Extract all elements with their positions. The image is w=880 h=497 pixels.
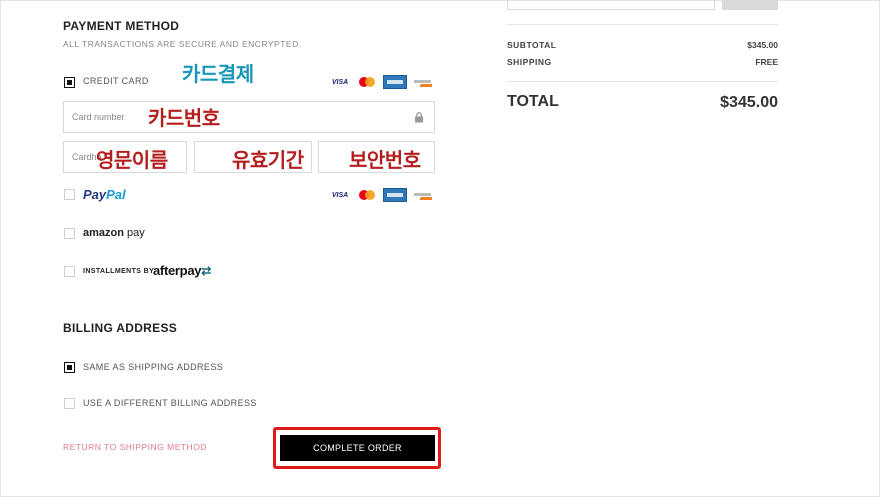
different-address-label: USE A DIFFERENT BILLING ADDRESS [83, 398, 257, 408]
different-address-radio[interactable] [64, 398, 75, 409]
card-number-field[interactable] [63, 101, 435, 133]
complete-order-button[interactable]: COMPLETE ORDER [280, 435, 435, 461]
annotation-security-code: 보안번호 [349, 148, 421, 172]
amazon-pay-radio[interactable] [64, 228, 75, 239]
discover-icon [412, 189, 434, 201]
annotation-card-payment: 카드결제 [182, 62, 254, 86]
discount-code-input[interactable] [507, 0, 715, 10]
credit-card-label: CREDIT CARD [83, 76, 149, 86]
shipping-label: SHIPPING [507, 57, 552, 67]
total-label: TOTAL [507, 93, 559, 110]
payment-method-title: PAYMENT METHOD [63, 19, 180, 33]
shipping-value: FREE [755, 57, 778, 67]
amex-icon [383, 75, 407, 89]
mastercard-icon [356, 189, 378, 201]
subtotal-value: $345.00 [747, 40, 778, 50]
credit-card-radio[interactable] [64, 77, 75, 88]
installments-label: INSTALLMENTS BY [83, 268, 155, 275]
afterpay-arrow-icon: ⇄ [201, 264, 211, 278]
subtotal-label: SUBTOTAL [507, 40, 557, 50]
page-frame [0, 0, 880, 497]
lock-icon [415, 112, 423, 123]
return-to-shipping-link[interactable]: RETURN TO SHIPPING METHOD [63, 442, 207, 452]
mastercard-icon [356, 76, 378, 88]
card-number-input[interactable] [64, 102, 434, 132]
paypal-radio[interactable] [64, 189, 75, 200]
summary-divider-total [507, 81, 778, 82]
visa-icon: VISA [331, 191, 349, 199]
paypal-logo: PayPal [83, 187, 126, 202]
apply-discount-button[interactable] [722, 0, 778, 10]
payment-method-subtitle: ALL TRANSACTIONS ARE SECURE AND ENCRYPTE… [63, 39, 302, 49]
total-value: $345.00 [720, 94, 778, 111]
same-address-label: SAME AS SHIPPING ADDRESS [83, 362, 224, 372]
afterpay-radio[interactable] [64, 266, 75, 277]
billing-address-title: BILLING ADDRESS [63, 321, 178, 335]
afterpay-logo: afterpay⇄ [153, 263, 211, 278]
card-logos-row-2: VISA [329, 188, 434, 202]
same-address-radio[interactable] [64, 362, 75, 373]
annotation-card-number: 카드번호 [148, 106, 220, 130]
card-logos-row-1: VISA [329, 75, 434, 89]
annotation-english-name: 영문이름 [96, 148, 168, 172]
amazon-pay-logo: amazon pay [83, 227, 145, 239]
annotation-expiry: 유효기간 [232, 148, 304, 172]
discover-icon [412, 76, 434, 88]
visa-icon: VISA [331, 78, 349, 86]
summary-divider-top [507, 24, 778, 25]
amex-icon [383, 188, 407, 202]
